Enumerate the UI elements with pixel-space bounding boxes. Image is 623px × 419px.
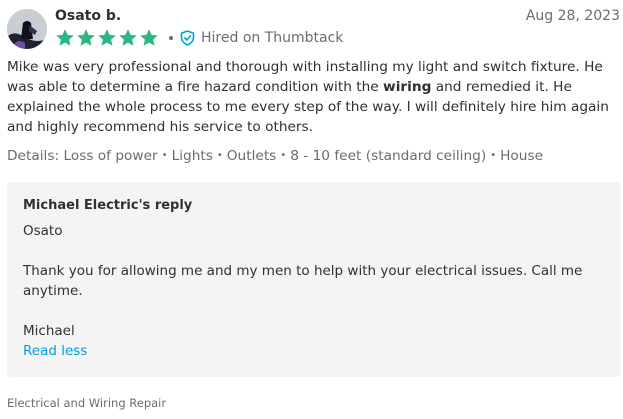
project-details: Details: Loss of power • Lights • Outlets • 8 … xyxy=(7,146,543,166)
separator-dot xyxy=(169,36,173,40)
reviewer-name: Osato b. xyxy=(55,8,122,24)
star-icon xyxy=(56,29,74,46)
review-text: Mike was very professional and thorough … xyxy=(7,57,619,137)
review-text-bold: wiring xyxy=(383,79,432,95)
hired-badge: Hired on Thumbtack xyxy=(180,30,343,46)
star-icon xyxy=(140,29,158,46)
detail-item: Outlets xyxy=(226,148,277,164)
detail-item: Loss of power xyxy=(63,148,158,164)
shield-check-icon xyxy=(180,30,195,46)
avatar-image xyxy=(7,9,47,49)
star-icon xyxy=(98,29,116,46)
detail-item: Lights xyxy=(171,148,213,164)
details-separator: • xyxy=(216,150,223,161)
reply-greeting: Osato xyxy=(23,223,63,239)
service-category: Electrical and Wiring Repair xyxy=(7,396,167,410)
details-separator: • xyxy=(280,150,287,161)
review-date: Aug 28, 2023 xyxy=(525,8,620,24)
hired-label: Hired on Thumbtack xyxy=(201,30,344,46)
detail-item: House xyxy=(500,148,544,164)
details-separator: • xyxy=(161,150,168,161)
reply-title: Michael Electric's reply xyxy=(23,198,193,213)
reply-body: Thank you for allowing me and my men to … xyxy=(23,263,583,299)
read-less-link[interactable]: Read less xyxy=(23,341,87,361)
details-label: Details: xyxy=(7,148,60,164)
review-card: Osato b. Aug 28, 2023 Hired on Thumbtack… xyxy=(0,0,623,419)
detail-item: 8 - 10 feet (standard ceiling) xyxy=(290,148,487,164)
star-rating xyxy=(55,28,160,48)
star-icon xyxy=(119,29,137,46)
details-separator: • xyxy=(490,150,497,161)
reply-signoff: Michael xyxy=(23,323,75,339)
avatar xyxy=(7,9,47,49)
rating-row: Hired on Thumbtack xyxy=(55,28,343,48)
star-icon xyxy=(77,29,95,46)
business-reply: Michael Electric's reply Osato Thank you… xyxy=(7,182,621,377)
